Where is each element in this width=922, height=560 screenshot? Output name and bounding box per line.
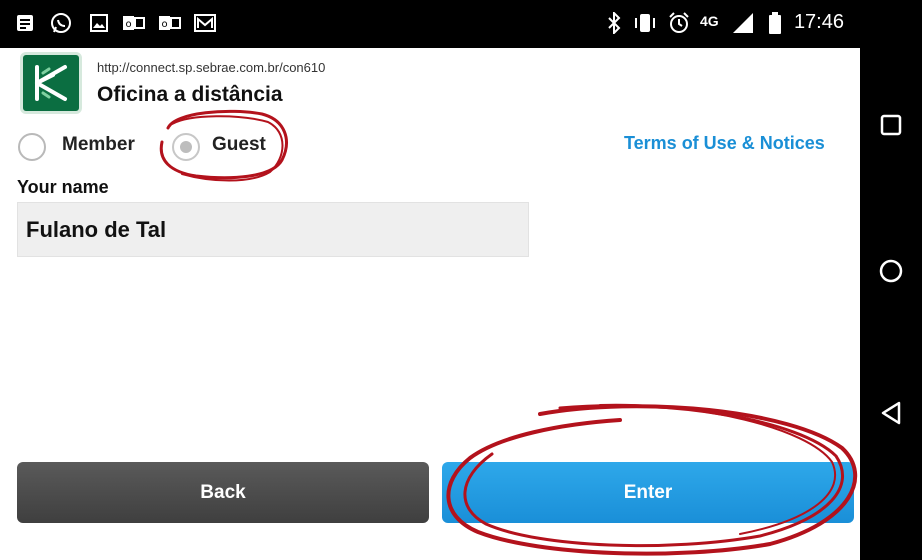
- your-name-label: Your name: [17, 177, 109, 197]
- adobe-connect-logo-icon: [20, 52, 82, 114]
- back-button[interactable]: Back: [17, 462, 429, 523]
- gmail-icon: [194, 10, 216, 36]
- enter-button[interactable]: Enter: [442, 462, 854, 523]
- guest-radio[interactable]: [172, 133, 200, 161]
- battery-icon: [768, 10, 782, 36]
- signal-icon: [732, 10, 754, 36]
- whatsapp-icon: [50, 10, 72, 36]
- outlook-icon: o: [159, 10, 181, 36]
- svg-text:o: o: [126, 19, 132, 30]
- home-circle-icon[interactable]: [878, 258, 904, 284]
- outlook-icon: o: [123, 10, 145, 36]
- navigation-bar: [860, 0, 922, 560]
- member-radio[interactable]: [18, 133, 46, 161]
- notes-icon: [16, 10, 34, 36]
- member-radio-label[interactable]: Member: [62, 134, 135, 156]
- guest-radio-label[interactable]: Guest: [212, 134, 266, 156]
- bluetooth-icon: [606, 10, 622, 36]
- svg-text:o: o: [162, 19, 168, 30]
- terms-of-use-link[interactable]: Terms of Use & Notices: [624, 133, 825, 154]
- network-type: 4G: [700, 13, 719, 29]
- vibrate-icon: [632, 10, 658, 36]
- name-input[interactable]: [17, 202, 529, 257]
- status-bar: o o 4G 17:46: [0, 0, 860, 48]
- recents-square-icon[interactable]: [878, 112, 904, 138]
- meeting-url: http://connect.sp.sebrae.com.br/con610: [97, 60, 326, 75]
- meeting-title: Oficina a distância: [97, 83, 283, 106]
- gallery-icon: [90, 10, 108, 36]
- clock: 17:46: [793, 11, 844, 33]
- back-triangle-icon[interactable]: [878, 400, 904, 426]
- alarm-icon: [668, 10, 690, 36]
